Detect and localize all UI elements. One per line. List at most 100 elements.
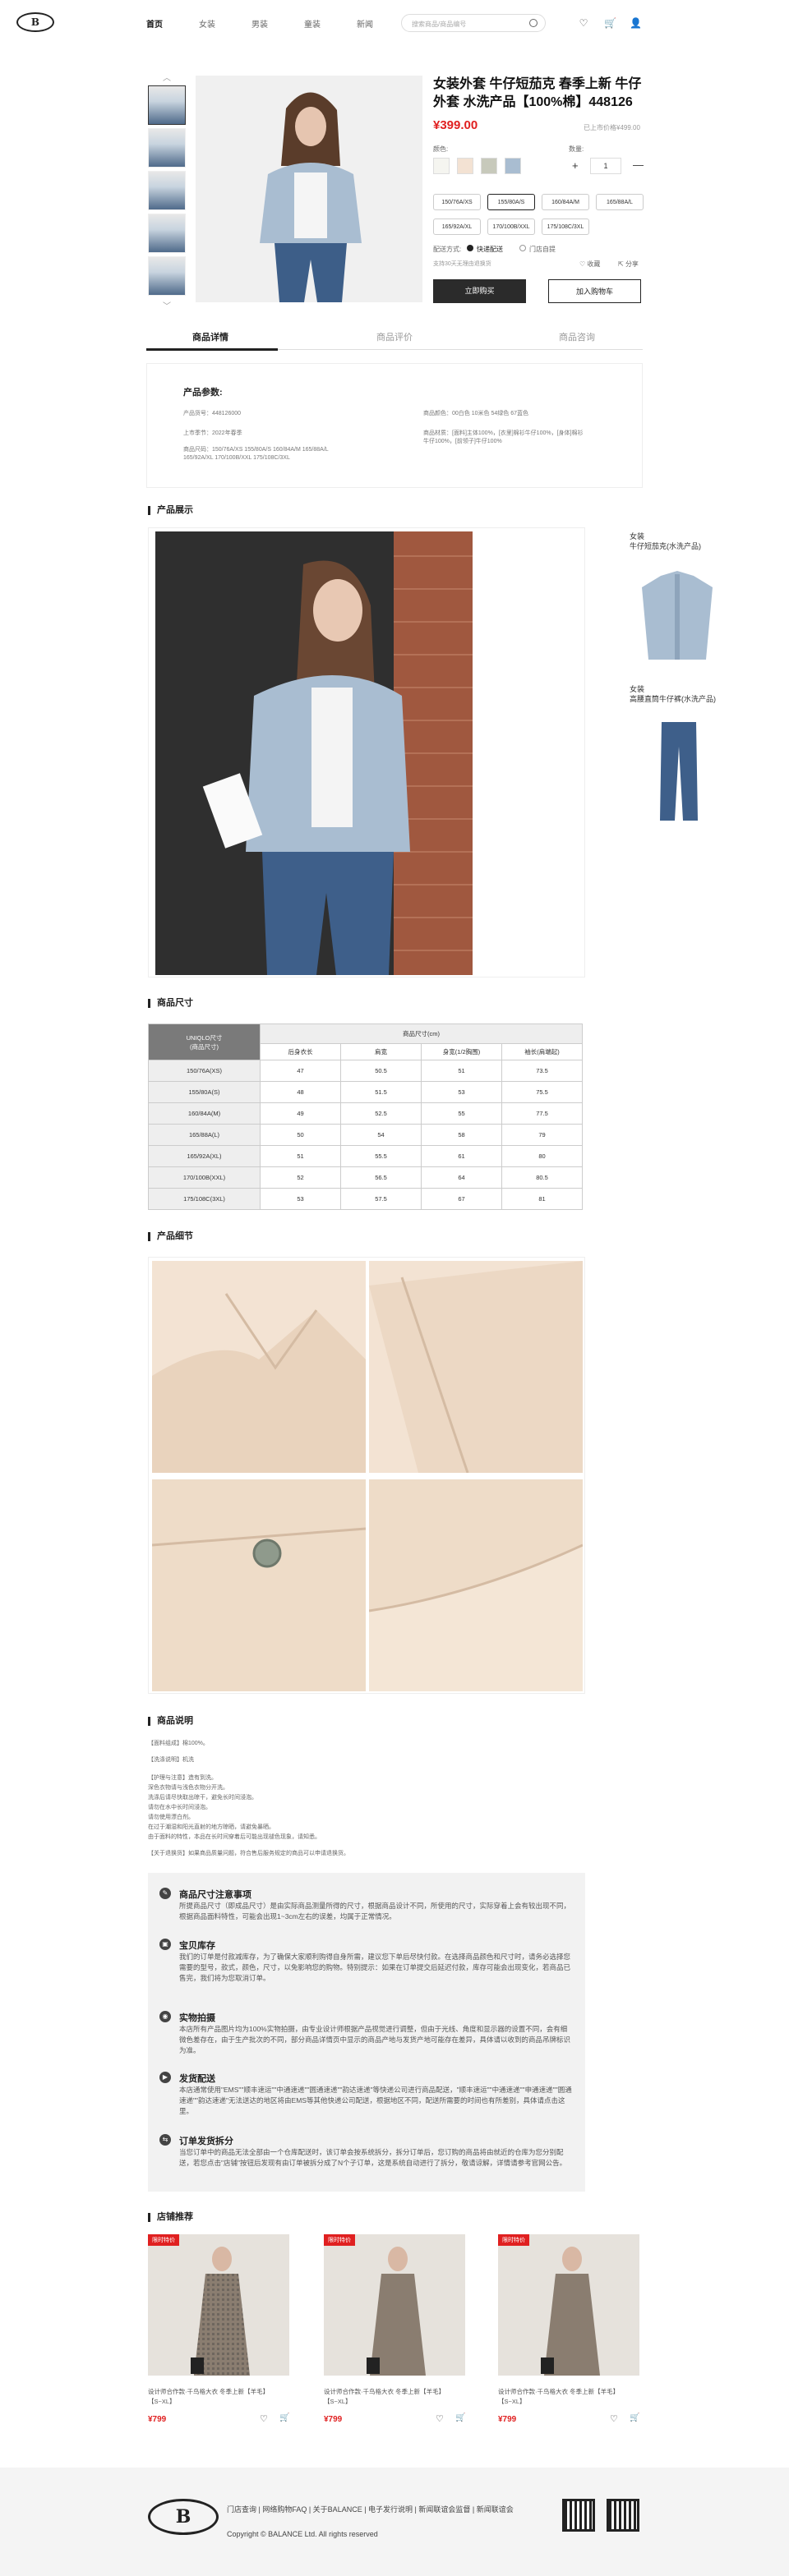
jacket-thumbnail[interactable]: [640, 568, 714, 666]
cell: 51.5: [340, 1081, 422, 1103]
size-table-col: 袖长(肩端起): [501, 1043, 583, 1060]
size-option[interactable]: 165/88A/L: [596, 194, 644, 210]
desc-line: 深色衣物请与浅色衣物分开洗。: [148, 1785, 228, 1791]
size-option[interactable]: 165/92A/XL: [433, 218, 481, 235]
brand-logo[interactable]: B: [16, 12, 54, 32]
user-icon[interactable]: 👤: [630, 17, 642, 29]
truck-icon: ▶: [159, 2072, 171, 2083]
recommend-image[interactable]: 限时特价: [498, 2234, 639, 2376]
ruler-icon: ✎: [159, 1888, 171, 1899]
nav-item-news[interactable]: 新闻: [357, 17, 373, 30]
heart-icon[interactable]: ♡: [578, 17, 589, 29]
color-swatch-blue[interactable]: [505, 158, 521, 174]
footer-links[interactable]: 门店查询 | 网络购物FAQ | 关于BALANCE | 电子发行说明 | 新闻…: [227, 2504, 514, 2514]
buy-now-button[interactable]: 立即购买: [433, 279, 526, 303]
cell: 57.5: [340, 1188, 422, 1210]
radio-express[interactable]: [467, 245, 473, 251]
size-option[interactable]: 170/100B/XXL: [487, 218, 535, 235]
display-product-2[interactable]: 女装 高腰直筒牛仔裤(水洗产品): [630, 684, 731, 704]
color-swatch-green[interactable]: [481, 158, 497, 174]
param-material: 商品材质：[面料]主体100%，[衣里]棉衫牛仔100%，[身体]棉衫牛仔100…: [423, 430, 584, 444]
cell: 51: [260, 1145, 341, 1167]
quantity-label: 数量:: [569, 145, 584, 153]
thumbnail[interactable]: [148, 128, 186, 168]
recommend-price: ¥799: [498, 2415, 517, 2424]
add-to-cart-button[interactable]: 加入购物车: [548, 279, 641, 303]
cart-icon[interactable]: 🛒: [455, 2413, 465, 2422]
cell: 58: [421, 1124, 502, 1146]
thumbnail[interactable]: [148, 214, 186, 253]
header: B 首页 女装 男装 童装 新闻 搜索商品/商品编号 ♡ 🛒 👤: [0, 0, 789, 46]
thumbnail[interactable]: [148, 85, 186, 125]
cart-icon[interactable]: 🛒: [630, 2413, 639, 2422]
footer-logo[interactable]: B: [148, 2499, 219, 2535]
size-table: UNIQLO尺寸 (商品尺寸) 商品尺寸(cm) 后身衣长 肩宽 身宽(1/2胸…: [148, 1024, 583, 1210]
quantity-input[interactable]: 1: [590, 158, 621, 174]
recommend-name[interactable]: 设计师合作款·千鸟格大衣 冬季上新【羊毛】【S~XL】: [148, 2387, 289, 2407]
jeans-thumbnail[interactable]: [658, 722, 699, 821]
display-product-category: 女装: [630, 532, 645, 540]
desc-line: 由于面料的特性，本品在长时间穿着后可能出现褪色现象，请知悉。: [148, 1834, 321, 1840]
recommend-price: ¥799: [324, 2415, 343, 2424]
param-colors: 商品颜色：00白色 10米色 54绿色 67蓝色: [423, 411, 528, 416]
nav-item-kids[interactable]: 童装: [304, 17, 321, 30]
chevron-up-icon[interactable]: ︿: [146, 71, 187, 83]
radio-pickup[interactable]: [519, 245, 526, 251]
table-row: 155/80A(S) 48 51.5 53 75.5: [148, 1081, 583, 1103]
cell: 53: [260, 1188, 341, 1210]
cell: 155/80A(S): [148, 1081, 261, 1103]
split-icon: ⇆: [159, 2134, 171, 2146]
param-season: 上市季节：2022年春季: [183, 430, 242, 436]
plus-icon[interactable]: +: [572, 159, 579, 172]
display-product-category: 女装: [630, 685, 645, 693]
cell: 50.5: [340, 1060, 422, 1082]
param-sku: 产品货号：448126000: [183, 411, 242, 416]
cell: 52: [260, 1166, 341, 1189]
minus-icon[interactable]: —: [633, 159, 644, 171]
chevron-down-icon[interactable]: ﹀: [146, 299, 187, 311]
size-option-selected[interactable]: 155/80A/S: [487, 194, 535, 210]
color-swatch-beige[interactable]: [457, 158, 473, 174]
recommend-name[interactable]: 设计师合作款·千鸟格大衣 冬季上新【羊毛】【S~XL】: [324, 2387, 465, 2407]
cell: 81: [501, 1188, 583, 1210]
notice-text: 我们的订单是付款减库存，为了确保大家顺利购得自身所需，建议您下单后尽快付款。在选…: [179, 1953, 571, 1982]
main-nav: 首页 女装 男装 童装 新闻: [146, 17, 373, 30]
nav-item-home[interactable]: 首页: [146, 17, 163, 30]
box-icon: ▣: [159, 1939, 171, 1950]
heart-icon[interactable]: ♡: [260, 2413, 268, 2424]
notice-text: 所提商品尺寸（即成品尺寸）是由实际商品测量所得的尺寸，根据商品设计不同，所使用的…: [179, 1902, 571, 1920]
recommend-image[interactable]: 限时特价: [324, 2234, 465, 2376]
notice-title: 实物拍摄: [179, 2013, 215, 2023]
tab-details[interactable]: 商品详情: [192, 330, 228, 343]
cell: 165/88A(L): [148, 1124, 261, 1146]
heart-icon[interactable]: ♡: [610, 2413, 618, 2424]
thumbnail[interactable]: [148, 256, 186, 296]
nav-item-women[interactable]: 女装: [199, 17, 215, 30]
cell: 53: [421, 1081, 502, 1103]
recommend-image[interactable]: 限时特价: [148, 2234, 289, 2376]
color-swatch-white[interactable]: [433, 158, 450, 174]
delivery-option-pickup[interactable]: 门店自提: [529, 245, 556, 254]
size-table-corner: UNIQLO尺寸 (商品尺寸): [148, 1024, 261, 1060]
search-icon[interactable]: [529, 19, 538, 27]
qr-code-icon: [607, 2499, 639, 2532]
size-option[interactable]: 150/76A/XS: [433, 194, 481, 210]
product-title: 女装外套 牛仔短茄克 春季上新 牛仔外套 水洗产品【100%棉】448126: [433, 77, 642, 109]
cart-icon[interactable]: 🛒: [604, 17, 616, 29]
share-button[interactable]: ⇱ 分享: [618, 260, 639, 269]
tab-reviews[interactable]: 商品评价: [376, 330, 413, 343]
delivery-option-express[interactable]: 快递配送: [477, 245, 503, 254]
recommend-name[interactable]: 设计师合作款·千鸟格大衣 冬季上新【羊毛】【S~XL】: [498, 2387, 639, 2407]
size-option[interactable]: 160/84A/M: [542, 194, 589, 210]
display-product-1[interactable]: 女装 牛仔短茄克(水洗产品): [630, 531, 731, 551]
nav-item-men[interactable]: 男装: [251, 17, 268, 30]
size-option[interactable]: 175/108C/3XL: [542, 218, 589, 235]
thumbnail[interactable]: [148, 171, 186, 210]
cart-icon[interactable]: 🛒: [279, 2413, 289, 2422]
heart-icon[interactable]: ♡: [436, 2413, 444, 2424]
detail-image-button: [152, 1479, 366, 1691]
tab-questions[interactable]: 商品咨询: [559, 330, 595, 343]
detail-image-shoulder: [369, 1261, 583, 1473]
favorite-button[interactable]: ♡ 收藏: [579, 260, 600, 269]
search-input[interactable]: 搜索商品/商品编号: [401, 14, 546, 32]
